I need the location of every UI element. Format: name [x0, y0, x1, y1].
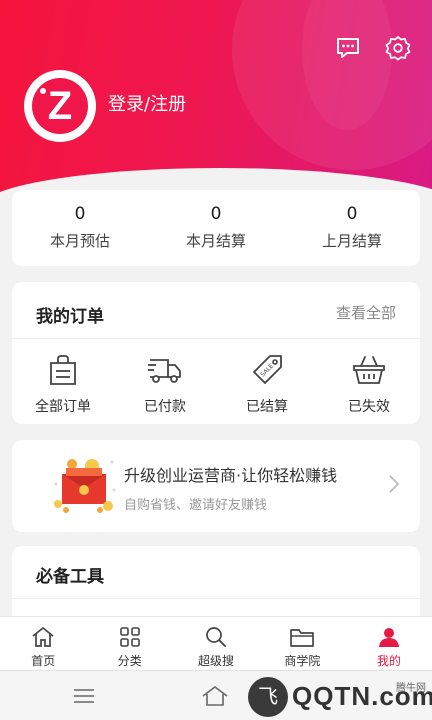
earnings-summary-card: 0 本月预估 0 本月结算 0 上月结算	[12, 190, 420, 266]
red-envelope-coins-icon	[52, 454, 120, 516]
chevron-right-icon	[388, 474, 400, 498]
order-tab-label: 全部订单	[35, 399, 91, 415]
order-tab-paid[interactable]: 已付款	[114, 350, 216, 416]
stat-label: 本月预估	[49, 232, 110, 250]
stat-this-month-estimate[interactable]: 0 本月预估	[12, 190, 148, 266]
watermark-tag: 腾牛网	[396, 683, 426, 694]
order-tab-invalid[interactable]: 已失效	[318, 350, 420, 416]
chat-bubble-icon[interactable]	[334, 34, 362, 62]
gear-icon[interactable]	[384, 34, 412, 62]
search-icon	[173, 625, 259, 649]
watermark: 飞 QQTN.com 腾牛网	[248, 675, 432, 719]
banner-title: 升级创业运营商·让你轻松赚钱	[124, 466, 338, 485]
user-icon	[346, 625, 432, 649]
tab-label: 分类	[117, 654, 142, 668]
tab-label: 商学院	[284, 654, 321, 668]
my-orders-card: 我的订单 查看全部 全部订单 已付款 SALE 已结算 已失效	[12, 282, 420, 424]
upgrade-operator-banner[interactable]: 升级创业运营商·让你轻松赚钱 自购省钱、邀请好友赚钱	[12, 440, 420, 532]
menu-icon[interactable]	[72, 687, 96, 709]
profile-header: Z 登录/注册	[0, 0, 432, 200]
order-tab-label: 已付款	[144, 399, 186, 415]
tab-super-search[interactable]: 超级搜	[173, 617, 259, 670]
view-all-orders-link[interactable]: 查看全部	[336, 302, 396, 323]
banner-subtitle: 自购省钱、邀请好友赚钱	[124, 498, 268, 513]
login-register-link[interactable]: 登录/注册	[108, 90, 186, 116]
bottom-tab-bar: 首页 分类 超级搜 商学院 我的	[0, 616, 432, 670]
stat-value: 0	[74, 204, 86, 224]
stat-label: 上月结算	[321, 232, 382, 250]
tab-label: 首页	[31, 654, 56, 668]
divider	[12, 338, 420, 339]
tab-business-school[interactable]: 商学院	[259, 617, 345, 670]
stat-label: 本月结算	[185, 232, 246, 250]
stat-value: 0	[346, 204, 358, 224]
delivery-truck-icon	[114, 350, 216, 390]
stat-last-month-settled[interactable]: 0 上月结算	[284, 190, 420, 266]
watermark-logo: 飞	[248, 677, 288, 717]
home-nav-icon[interactable]	[200, 684, 230, 712]
tab-category[interactable]: 分类	[86, 617, 172, 670]
section-title: 必备工具	[36, 567, 104, 587]
tab-label: 我的	[376, 654, 401, 668]
grid-icon	[86, 625, 172, 649]
order-tab-all[interactable]: 全部订单	[12, 350, 114, 416]
order-tab-label: 已结算	[246, 399, 288, 415]
home-icon	[0, 625, 86, 649]
stat-this-month-settled[interactable]: 0 本月结算	[148, 190, 284, 266]
app-logo: Z	[32, 78, 88, 134]
order-bag-icon	[12, 350, 114, 390]
folder-icon	[259, 625, 345, 649]
divider	[12, 598, 420, 599]
system-navigation-bar: 飞 QQTN.com 腾牛网	[0, 670, 432, 720]
tab-mine[interactable]: 我的	[346, 617, 432, 670]
tab-home[interactable]: 首页	[0, 617, 86, 670]
sale-tag-icon: SALE	[216, 350, 318, 390]
stat-value: 0	[210, 204, 222, 224]
basket-icon	[318, 350, 420, 390]
avatar[interactable]: Z	[24, 70, 96, 142]
section-title: 我的订单	[36, 307, 104, 327]
order-tab-label: 已失效	[348, 399, 390, 415]
order-tab-settled[interactable]: SALE 已结算	[216, 350, 318, 416]
tab-label: 超级搜	[198, 654, 235, 668]
